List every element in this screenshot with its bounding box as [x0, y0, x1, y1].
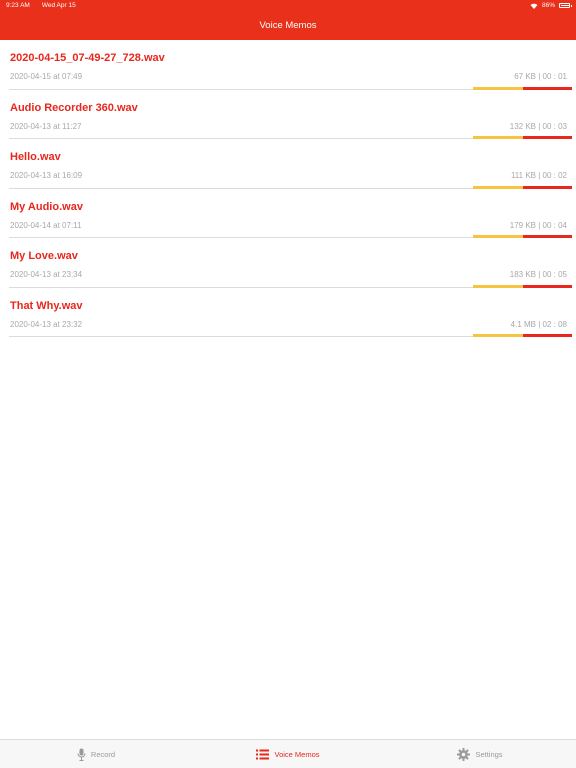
recording-row[interactable]: Audio Recorder 360.wav 2020-04-13 at 11:… — [9, 90, 572, 139]
recording-row[interactable]: My Love.wav 2020-04-13 at 23:34 183 KB |… — [9, 238, 572, 288]
list-icon — [256, 749, 270, 760]
tab-settings-label: Settings — [475, 749, 503, 759]
tab-record[interactable]: Record — [0, 748, 192, 761]
page-title: Voice Memos — [259, 20, 317, 31]
status-right: 86% — [530, 2, 572, 9]
level-bar-yellow — [473, 334, 523, 337]
recording-title: That Why.wav — [10, 299, 83, 312]
tab-voice-memos[interactable]: Voice Memos — [192, 749, 384, 760]
gear-icon — [457, 747, 471, 761]
recording-title: Hello.wav — [10, 151, 61, 163]
recording-size-duration: 183 KB | 00 : 05 — [509, 270, 567, 279]
screen: 9:23 AM Wed Apr 15 86% Voice Memos 2020-… — [0, 0, 576, 768]
recording-title: Audio Recorder 360.wav — [10, 101, 138, 114]
tab-bar: Record Voice Memos Settings — [0, 739, 576, 768]
recording-title: My Love.wav — [10, 250, 78, 262]
recording-size-duration: 4.1 MB | 02 : 08 — [510, 319, 567, 329]
recording-row[interactable]: My Audio.wav 2020-04-14 at 07:11 179 KB … — [9, 189, 572, 238]
recording-date: 2020-04-13 at 16:09 — [10, 171, 83, 180]
recording-size-duration: 179 KB | 00 : 04 — [509, 220, 567, 230]
recording-date: 2020-04-13 at 23:34 — [10, 270, 83, 279]
recording-title: My Audio.wav — [10, 200, 83, 213]
recording-title: 2020-04-15_07-49-27_728.wav — [10, 52, 165, 64]
battery-percent: 86% — [541, 2, 555, 9]
recording-size-duration: 132 KB | 00 : 03 — [509, 121, 567, 131]
status-bar: 9:23 AM Wed Apr 15 86% — [0, 0, 576, 11]
tab-record-label: Record — [90, 749, 116, 759]
status-date: Wed Apr 15 — [41, 2, 76, 9]
nav-bar: Voice Memos — [0, 11, 576, 40]
battery-fill — [561, 5, 569, 6]
recording-row[interactable]: 2020-04-15_07-49-27_728.wav 2020-04-15 a… — [9, 40, 572, 90]
status-left: 9:23 AM Wed Apr 15 — [6, 2, 76, 9]
recording-date: 2020-04-15 at 07:49 — [10, 72, 83, 81]
recording-size-duration: 111 KB | 00 : 02 — [510, 171, 567, 180]
tab-voice-memos-label: Voice Memos — [274, 749, 320, 759]
recording-row[interactable]: Hello.wav 2020-04-13 at 16:09 111 KB | 0… — [9, 139, 572, 189]
level-bar-red — [522, 334, 572, 337]
recording-size-duration: 67 KB | 00 : 01 — [514, 72, 567, 81]
tab-settings[interactable]: Settings — [384, 747, 576, 761]
battery-icon — [559, 3, 572, 8]
recording-date: 2020-04-14 at 07:11 — [10, 220, 82, 230]
recording-row[interactable]: That Why.wav 2020-04-13 at 23:32 4.1 MB … — [9, 288, 572, 337]
microphone-icon — [77, 748, 86, 761]
wifi-icon — [530, 3, 538, 9]
recording-date: 2020-04-13 at 11:27 — [10, 121, 82, 131]
status-time: 9:23 AM — [6, 2, 30, 9]
recording-level-bar — [473, 334, 572, 337]
recording-date: 2020-04-13 at 23:32 — [10, 319, 83, 329]
recordings-list: 2020-04-15_07-49-27_728.wav 2020-04-15 a… — [0, 40, 576, 337]
